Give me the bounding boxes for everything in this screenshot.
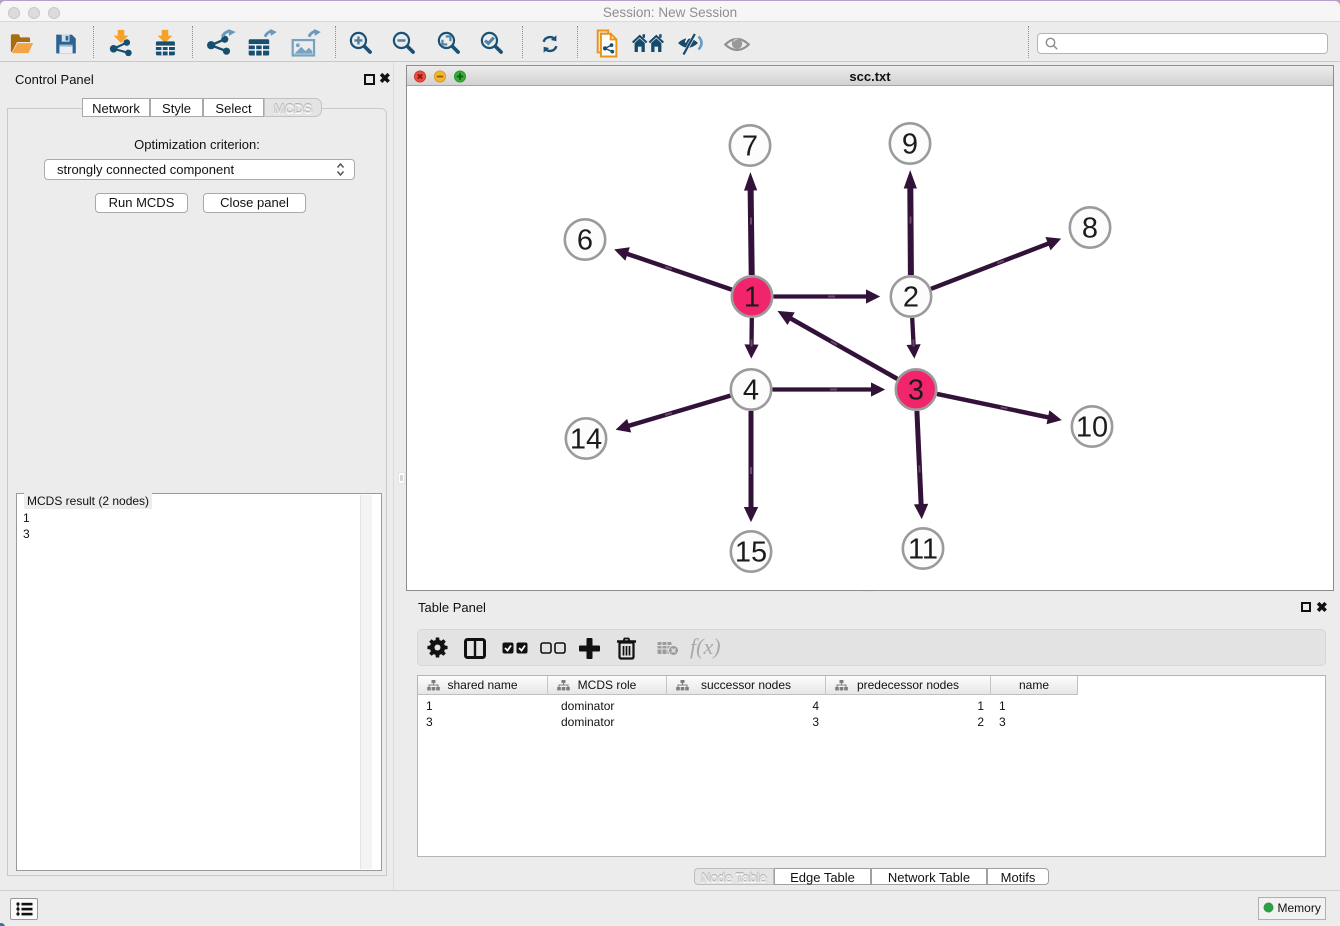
- svg-text:10: 10: [1076, 412, 1108, 444]
- svg-text:14: 14: [570, 424, 602, 456]
- svg-text:3: 3: [908, 375, 924, 407]
- svg-text:1: 1: [744, 282, 760, 314]
- svg-text:9: 9: [902, 129, 918, 161]
- svg-text:4: 4: [743, 375, 759, 407]
- svg-text:8: 8: [1082, 213, 1098, 245]
- svg-text:11: 11: [908, 534, 938, 566]
- svg-text:6: 6: [577, 225, 593, 257]
- svg-text:7: 7: [742, 131, 758, 163]
- svg-text:2: 2: [903, 282, 919, 314]
- svg-text:15: 15: [735, 537, 767, 569]
